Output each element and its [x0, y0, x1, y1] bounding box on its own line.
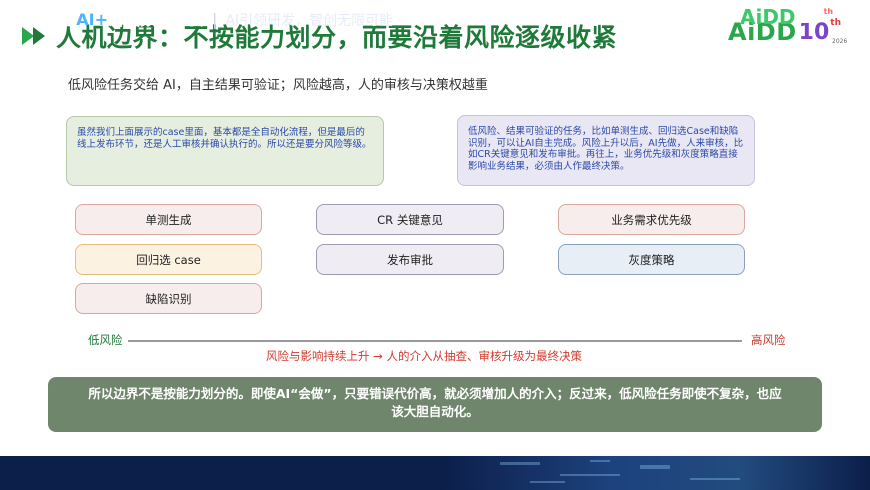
speaker-note-right: 低风险、结果可验证的任务，比如单测生成、回归选Case和缺陷识别，可以让AI自主…	[457, 115, 755, 186]
footer-logo-main: AiDD	[740, 5, 796, 29]
footer-logo-tenth: 10th	[797, 6, 834, 28]
task-gray-release-strategy: 灰度策略	[558, 244, 745, 275]
footer-event-accent: AI+	[76, 10, 109, 29]
task-defect-identification: 缺陷识别	[75, 283, 262, 314]
task-unit-test-generation: 单测生成	[75, 204, 262, 235]
footer-aidd-logo: AiDD 10th	[740, 5, 833, 29]
footer-bar	[0, 456, 870, 490]
speaker-note-left: 虽然我们上面展示的case里面，基本都是全自动化流程，但是最后的线上发布环节，还…	[66, 116, 384, 186]
task-regression-case-selection: 回归选 case	[75, 244, 262, 275]
footer-decoration	[440, 456, 870, 490]
task-release-approval: 发布审批	[316, 244, 504, 275]
footer-separator: |	[212, 10, 218, 29]
logo-year: 2026	[832, 38, 848, 45]
footer-slogan: AI引领研发，智创无限可能	[225, 13, 394, 29]
task-business-priority: 业务需求优先级	[558, 204, 745, 235]
risk-axis-line	[128, 340, 742, 342]
footer-edition: 第10届	[22, 10, 77, 29]
footer-event-rest: 研发数字峰会	[108, 10, 205, 29]
subtitle: 低风险任务交给 AI，自主结果可验证；风险越高，人的审核与决策权越重	[68, 78, 488, 93]
risk-axis-caption: 风险与影响持续上升 → 人的介入从抽查、审核升级为最终决策	[266, 349, 582, 363]
low-risk-label: 低风险	[88, 333, 123, 347]
footer-event-title: 第10届AI+研发数字峰会 | AI引领研发，智创无限可能	[22, 6, 393, 30]
conclusion-banner: 所以边界不是按能力划分的。即使AI“会做”，只要错误代价高，就必须增加人的介入；…	[48, 377, 822, 432]
high-risk-label: 高风险	[751, 333, 786, 347]
task-cr-key-comments: CR 关键意见	[316, 204, 504, 235]
